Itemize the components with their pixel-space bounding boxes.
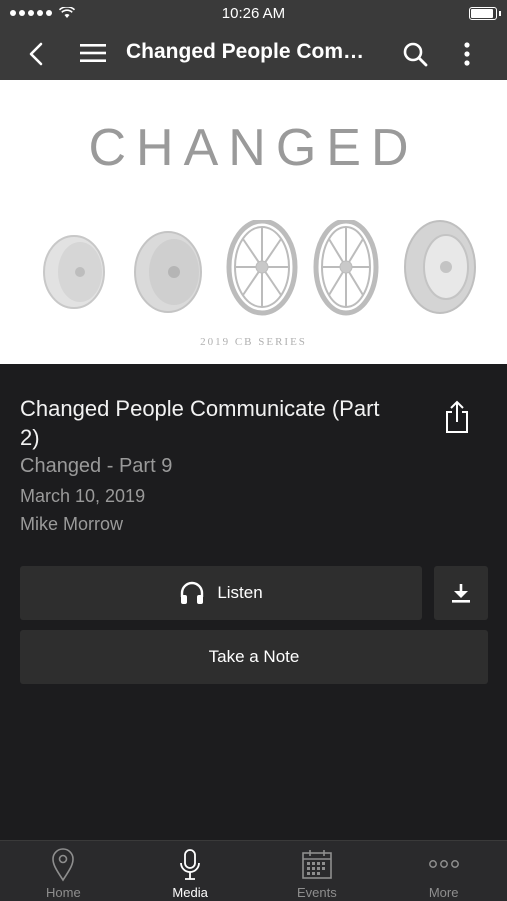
tab-more[interactable]: More <box>380 841 507 901</box>
battery-icon <box>469 7 501 20</box>
tab-events[interactable]: Events <box>254 841 381 901</box>
overflow-menu-icon[interactable] <box>455 39 479 69</box>
sermon-title: Changed People Communicate (Part 2) <box>20 396 380 450</box>
sermon-date: March 10, 2019 <box>20 486 146 506</box>
more-dots-icon <box>428 860 459 868</box>
take-note-button[interactable]: Take a Note <box>20 630 488 684</box>
spoked-wheel <box>226 220 298 316</box>
search-icon[interactable] <box>400 39 430 69</box>
sermon-speaker: Mike Morrow <box>20 514 124 534</box>
download-button[interactable] <box>434 566 488 620</box>
tab-home-label: Home <box>46 885 81 900</box>
tab-home[interactable]: Home <box>0 841 127 901</box>
tab-media[interactable]: Media <box>127 841 254 901</box>
sermon-details: Changed People Communicate (Part 2) Chan… <box>0 364 507 840</box>
take-note-label: Take a Note <box>208 647 300 666</box>
artwork-caption: 2019 CB SERIES <box>200 336 307 348</box>
status-bar: 10:26 AM <box>0 0 507 27</box>
tab-media-label: Media <box>172 885 208 900</box>
calendar-icon <box>302 850 332 879</box>
microphone-icon <box>180 849 201 880</box>
page-title: Changed People Communicate (Part 2) <box>126 40 381 63</box>
navigation-bar: Changed People Communicate (Part 2) <box>0 27 507 80</box>
series-artwork: CHANGED 2019 CB SERIES <box>0 80 507 364</box>
hamburger-menu-icon[interactable] <box>78 40 108 66</box>
listen-button[interactable]: Listen <box>20 566 422 620</box>
artwork-heading: CHANGED <box>88 119 419 177</box>
share-icon[interactable] <box>443 400 471 434</box>
wheels-illustration <box>43 220 476 316</box>
sermon-series: Changed - Part 9 <box>20 455 173 477</box>
tab-bar: Home Media Events More <box>0 840 507 901</box>
listen-label: Listen <box>217 583 263 602</box>
tab-events-label: Events <box>297 885 337 900</box>
location-pin-icon <box>52 848 75 882</box>
tab-more-label: More <box>428 885 459 900</box>
headphones-icon <box>181 581 204 604</box>
back-icon[interactable] <box>22 39 52 69</box>
download-icon <box>452 584 470 603</box>
status-time: 10:26 AM <box>221 5 286 22</box>
